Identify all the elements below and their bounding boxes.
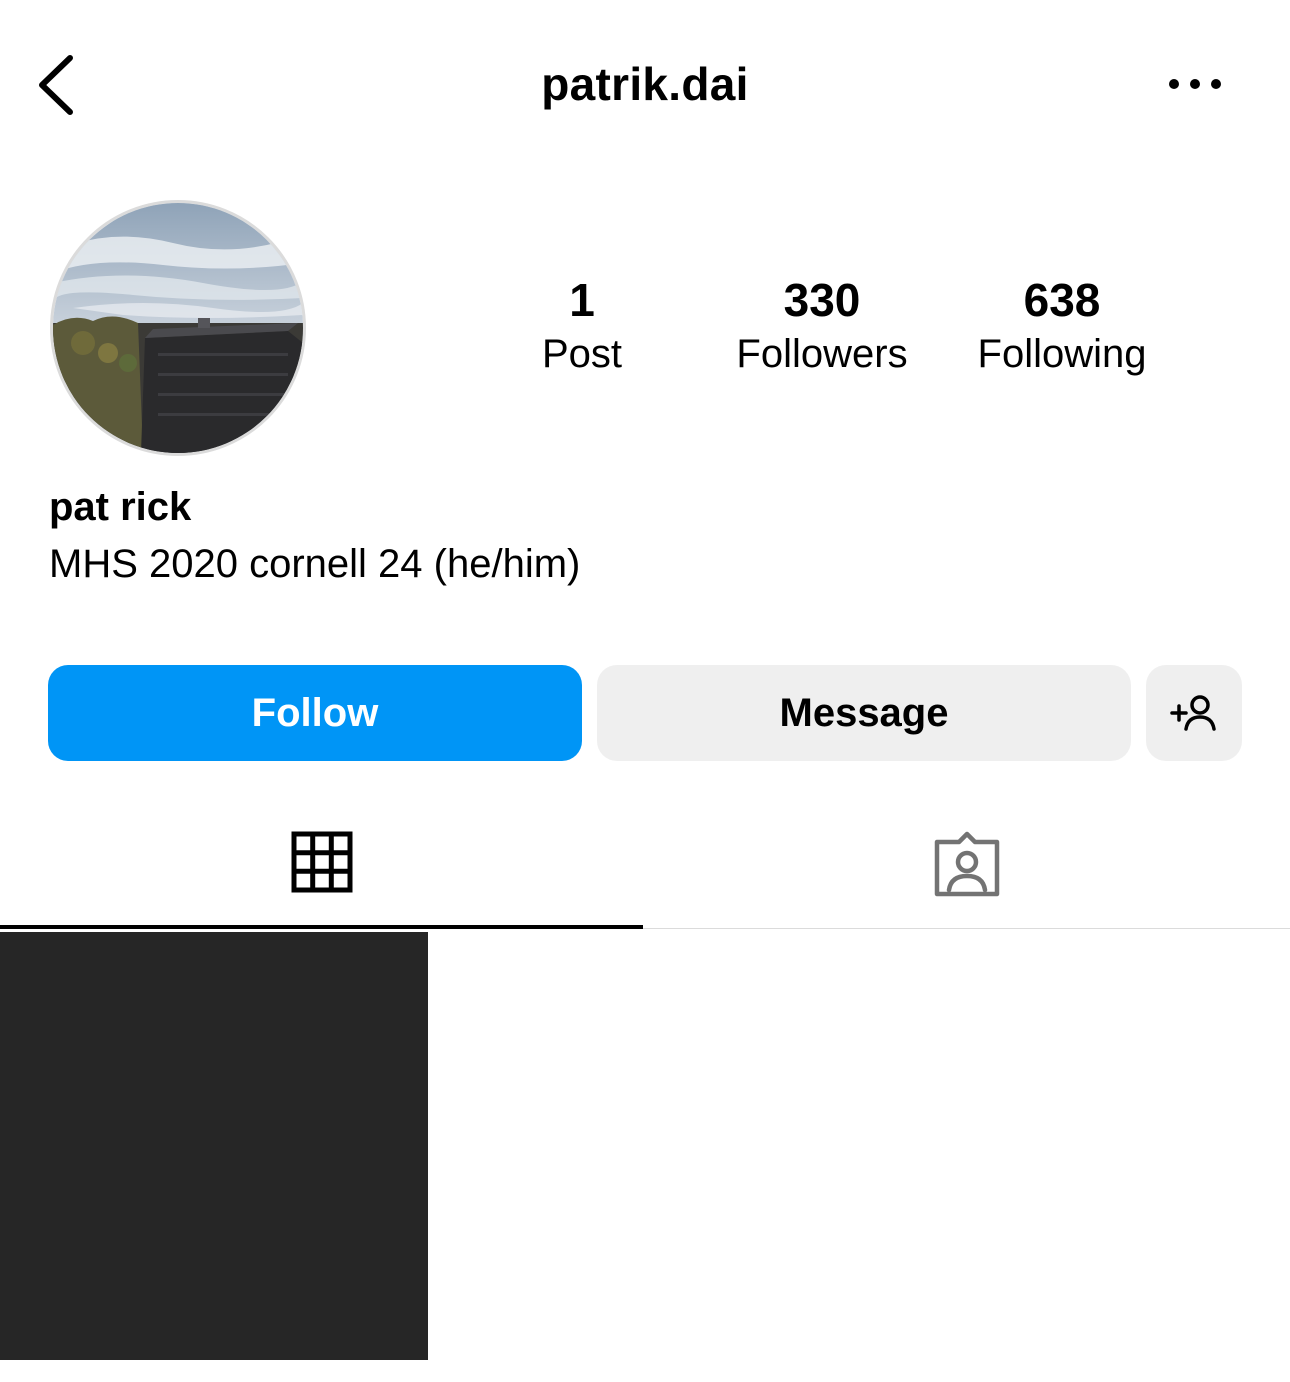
profile-photo-sky-building bbox=[53, 203, 303, 453]
posts-count-label: Post bbox=[541, 332, 623, 376]
following-count-value: 638 bbox=[1023, 274, 1101, 326]
followers-count-label: Followers bbox=[736, 332, 908, 376]
following-count[interactable]: 638 Following bbox=[952, 272, 1172, 380]
tab-posts-grid[interactable] bbox=[0, 800, 643, 928]
profile-page: patrik.dai 1 Post 330 Followers 638 Foll… bbox=[0, 0, 1290, 1382]
following-count-label: Following bbox=[977, 332, 1147, 376]
page-title-username: patrik.dai bbox=[541, 58, 749, 110]
follow-button[interactable]: Follow bbox=[48, 665, 582, 761]
display-name: pat rick bbox=[49, 485, 192, 529]
add-person-icon bbox=[1170, 695, 1216, 731]
bio-text: MHS 2020 cornell 24 (he/him) bbox=[49, 542, 581, 586]
tab-tagged[interactable] bbox=[645, 800, 1288, 928]
post-thumbnail[interactable] bbox=[0, 932, 428, 1360]
more-options-button[interactable] bbox=[1160, 64, 1230, 104]
tab-divider bbox=[643, 928, 1290, 929]
followers-count-value: 330 bbox=[783, 274, 861, 326]
posts-count-value: 1 bbox=[569, 274, 595, 326]
grid-icon bbox=[291, 831, 352, 893]
tagged-person-icon bbox=[934, 831, 999, 897]
active-tab-indicator bbox=[0, 925, 643, 929]
avatar[interactable] bbox=[50, 200, 306, 456]
suggested-accounts-button[interactable] bbox=[1146, 665, 1242, 761]
more-horizontal-icon bbox=[1169, 79, 1221, 89]
posts-count[interactable]: 1 Post bbox=[482, 272, 682, 380]
followers-count[interactable]: 330 Followers bbox=[712, 272, 932, 380]
message-button[interactable]: Message bbox=[597, 665, 1131, 761]
header: patrik.dai bbox=[0, 0, 1290, 170]
